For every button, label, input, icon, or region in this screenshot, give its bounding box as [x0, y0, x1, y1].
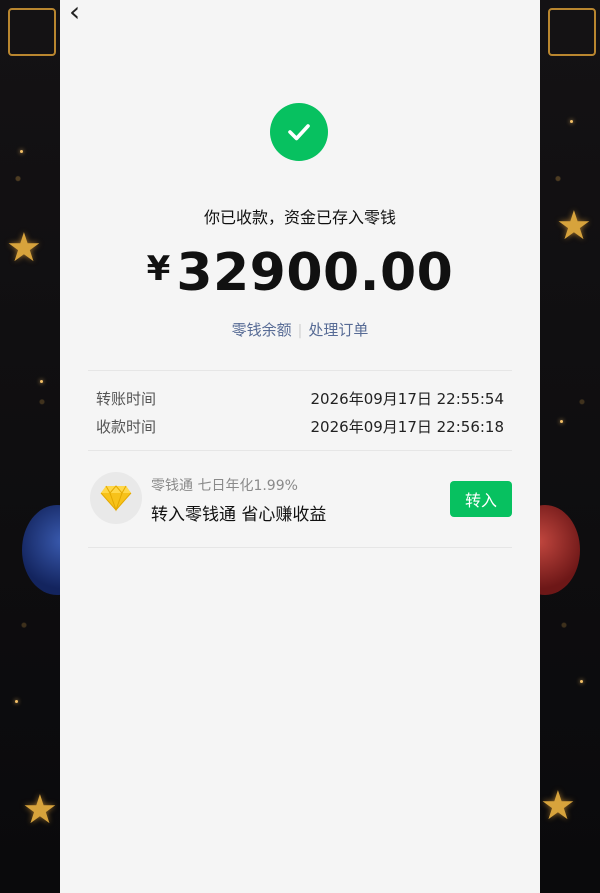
star-icon: ★	[556, 203, 592, 249]
corner-ornament	[8, 8, 56, 56]
star-icon: ★	[540, 783, 576, 829]
red-orb	[540, 505, 580, 595]
star-icon: ★	[22, 787, 58, 833]
status-message: 你已收款，资金已存入零钱	[203, 208, 396, 227]
sparkle	[40, 380, 43, 383]
star-icon: ★	[6, 225, 42, 271]
link-separator: |	[297, 323, 303, 339]
amount-value: 32900.00	[176, 243, 454, 303]
detail-row-transfer-time: 转账时间 2026年09月17日 22:55:54	[96, 388, 504, 409]
back-icon[interactable]: ‹	[69, 0, 80, 26]
promo-subtitle: 零钱通 七日年化1.99%	[151, 478, 298, 494]
balance-link[interactable]: 零钱余额	[232, 321, 292, 339]
promo-title: 转入零钱通 省心赚收益	[151, 505, 327, 525]
detail-row-receive-time: 收款时间 2026年09月17日 22:56:18	[96, 416, 504, 437]
divider	[88, 370, 512, 371]
orders-link[interactable]: 处理订单	[308, 321, 368, 339]
receipt-panel: ‹ 你已收款，资金已存入零钱 ¥32900.00 零钱余额 | 处理订单 转账时间 …	[60, 0, 540, 893]
check-circle-icon	[270, 103, 328, 161]
corner-ornament	[548, 8, 596, 56]
diamond-icon	[90, 472, 142, 524]
blue-orb	[22, 505, 60, 595]
right-decorative-background: ★ ★	[540, 0, 600, 893]
sparkle	[20, 150, 23, 153]
amount-display: ¥32900.00	[60, 243, 540, 303]
divider	[88, 547, 512, 548]
currency-symbol: ¥	[146, 249, 171, 289]
sparkle	[560, 420, 563, 423]
transfer-in-button[interactable]: 转入	[450, 481, 512, 517]
action-links: 零钱余额 | 处理订单	[60, 319, 540, 340]
divider	[88, 450, 512, 451]
detail-label: 收款时间	[96, 418, 157, 436]
sparkle	[15, 700, 18, 703]
sparkle	[580, 680, 583, 683]
detail-value: 2026年09月17日 22:55:54	[310, 390, 504, 408]
left-decorative-background: ★ ★	[0, 0, 60, 893]
detail-label: 转账时间	[96, 390, 157, 408]
detail-value: 2026年09月17日 22:56:18	[310, 418, 504, 436]
sparkle	[570, 120, 573, 123]
